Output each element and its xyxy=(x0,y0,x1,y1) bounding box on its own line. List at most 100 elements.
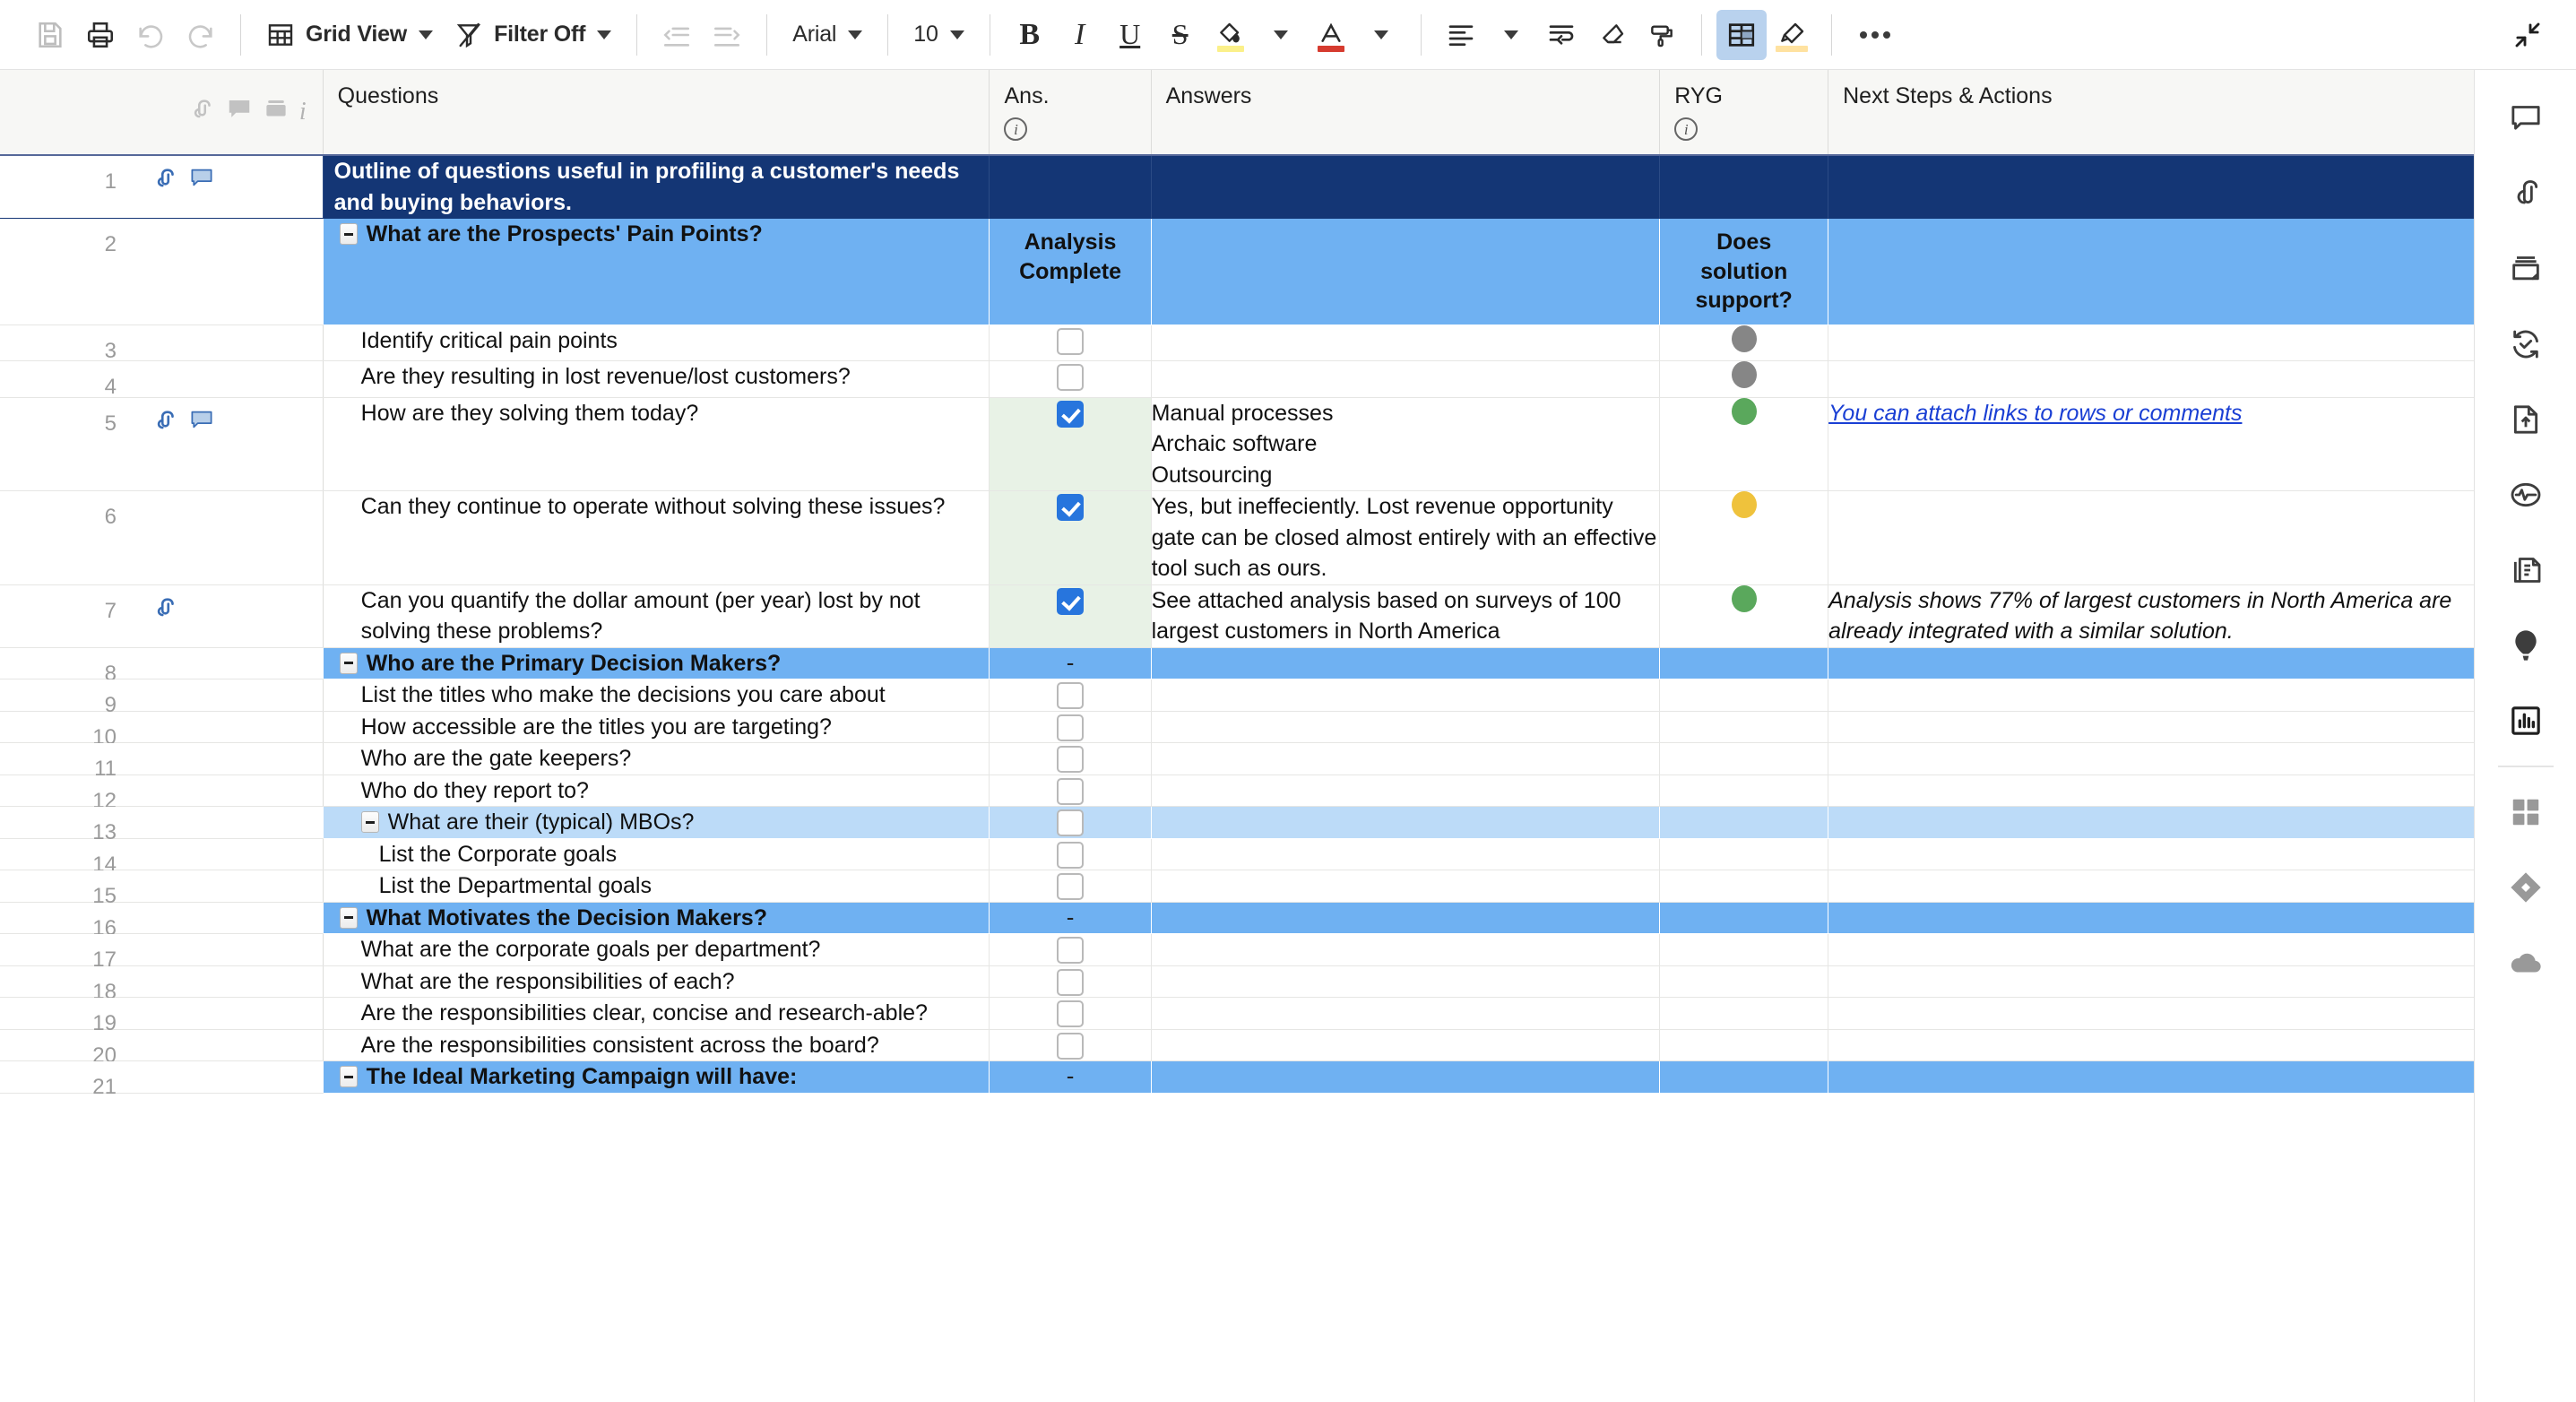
table-row[interactable]: 17 What are the corporate goals per depar… xyxy=(0,933,2474,972)
strikethrough-button[interactable]: S xyxy=(1155,10,1206,60)
table-row[interactable]: 13 What are their (typical) MBOs? xyxy=(0,806,2474,844)
cell-ans[interactable]: - xyxy=(989,1060,1152,1094)
cell-answers[interactable] xyxy=(1151,902,1661,934)
cell-ryg[interactable] xyxy=(1659,870,1829,903)
cell-next-steps[interactable] xyxy=(1828,1029,2474,1061)
table-row[interactable]: 16 What Motivates the Decision Makers? - xyxy=(0,902,2474,940)
chart-icon[interactable] xyxy=(2490,683,2562,758)
table-row[interactable]: 21 The Ideal Marketing Campaign will have… xyxy=(0,1060,2474,1099)
highlight-button[interactable] xyxy=(1767,10,1817,60)
fill-color-dropdown[interactable] xyxy=(1256,10,1306,60)
table-row[interactable]: 15 List the Departmental goals xyxy=(0,870,2474,908)
cell-question[interactable]: What Motivates the Decision Makers? xyxy=(323,902,990,934)
answer-checkbox[interactable] xyxy=(1057,327,1085,355)
summary-icon[interactable] xyxy=(2490,532,2562,608)
cell-ryg[interactable] xyxy=(1659,775,1829,807)
cell-next-steps[interactable] xyxy=(1828,742,2474,775)
cell-answers[interactable] xyxy=(1151,679,1661,712)
print-button[interactable] xyxy=(75,10,125,60)
cell-ryg[interactable] xyxy=(1659,933,1829,966)
attachments-icon[interactable] xyxy=(2490,156,2562,231)
table-row[interactable]: 19 Are the responsibilities clear, concis… xyxy=(0,997,2474,1035)
cell-ryg[interactable] xyxy=(1659,325,1829,361)
collapse-toggle-icon[interactable] xyxy=(339,1066,358,1087)
balloon-icon[interactable] xyxy=(2490,608,2562,683)
cell-next-steps[interactable] xyxy=(1828,360,2474,398)
ryg-status-ball[interactable] xyxy=(1731,325,1757,352)
cell-ans[interactable]: Analysis Complete xyxy=(989,218,1152,325)
table-row[interactable]: 11 Who are the gate keepers? xyxy=(0,742,2474,781)
align-button[interactable] xyxy=(1436,10,1486,60)
cell-ans[interactable] xyxy=(989,775,1152,807)
cell-answers[interactable] xyxy=(1151,965,1661,998)
cell-answers[interactable] xyxy=(1151,325,1661,361)
cell-next-steps[interactable] xyxy=(1828,870,2474,903)
cell-ryg[interactable] xyxy=(1659,155,1829,219)
column-header-ans[interactable]: Ans. i xyxy=(989,70,1152,156)
column-info-icon[interactable]: i xyxy=(990,109,1150,141)
row-gutter[interactable]: 10 xyxy=(0,711,324,749)
table-row[interactable]: 18 What are the responsibilities of each? xyxy=(0,965,2474,1004)
collapse-toggle-icon[interactable] xyxy=(339,223,358,245)
bold-button[interactable]: B xyxy=(1005,10,1055,60)
answer-checkbox[interactable] xyxy=(1057,587,1085,615)
cell-ryg[interactable] xyxy=(1659,397,1829,491)
chevron-down-icon[interactable] xyxy=(1273,30,1288,39)
cell-next-steps[interactable] xyxy=(1828,711,2474,743)
cell-question[interactable]: What are the Prospects' Pain Points? xyxy=(323,218,990,325)
cell-answers[interactable] xyxy=(1151,1060,1661,1094)
cell-ryg[interactable] xyxy=(1659,647,1829,679)
answer-checkbox[interactable] xyxy=(1057,937,1085,965)
cell-question[interactable]: Who are the Primary Decision Makers? xyxy=(323,647,990,679)
cell-ans[interactable] xyxy=(989,965,1152,998)
cell-ryg[interactable]: Does solution support? xyxy=(1659,218,1829,325)
chevron-down-icon[interactable] xyxy=(597,30,612,39)
row-gutter[interactable]: 19 xyxy=(0,997,324,1035)
cell-ans[interactable]: - xyxy=(989,647,1152,679)
cell-ryg[interactable] xyxy=(1659,997,1829,1030)
cell-ans[interactable] xyxy=(989,490,1152,585)
answer-checkbox[interactable] xyxy=(1057,873,1085,901)
cell-answers[interactable] xyxy=(1151,742,1661,775)
fill-color-button[interactable] xyxy=(1206,10,1256,60)
cell-answers[interactable]: Yes, but ineffeciently. Lost revenue opp… xyxy=(1151,490,1661,585)
cell-answers[interactable] xyxy=(1151,218,1661,325)
row-gutter[interactable]: 8 xyxy=(0,647,324,686)
table-row[interactable]: 20 Are the responsibilities consistent ac… xyxy=(0,1029,2474,1068)
grid-view-button[interactable]: Grid View xyxy=(255,10,444,60)
cell-ryg[interactable] xyxy=(1659,679,1829,712)
table-row[interactable]: 5 How are they solving them today? Manual … xyxy=(0,397,2474,491)
row-gutter[interactable]: 6 xyxy=(0,490,324,585)
cell-next-steps[interactable] xyxy=(1828,933,2474,966)
column-header-next[interactable]: Next Steps & Actions xyxy=(1828,70,2474,156)
answer-checkbox[interactable] xyxy=(1057,777,1085,805)
cell-question[interactable]: Who do they report to? xyxy=(323,775,990,807)
cell-question[interactable]: Who are the gate keepers? xyxy=(323,742,990,775)
ryg-status-ball[interactable] xyxy=(1731,584,1757,612)
cell-answers[interactable] xyxy=(1151,870,1661,903)
cell-answers[interactable] xyxy=(1151,1029,1661,1061)
cell-ryg[interactable] xyxy=(1659,711,1829,743)
cell-answers[interactable] xyxy=(1151,155,1661,219)
row-gutter[interactable]: 12 xyxy=(0,775,324,813)
cell-question[interactable]: Outline of questions useful in profiling… xyxy=(323,155,990,219)
cell-question[interactable]: Identify critical pain points xyxy=(323,325,990,361)
cell-question[interactable]: Can you quantify the dollar amount (per … xyxy=(323,584,990,648)
cell-ans[interactable] xyxy=(989,997,1152,1030)
attachment-link[interactable]: You can attach links to rows or comments xyxy=(1828,401,2242,426)
cell-ryg[interactable] xyxy=(1659,838,1829,870)
row-gutter[interactable]: 11 xyxy=(0,742,324,781)
row-gutter[interactable]: 20 xyxy=(0,1029,324,1068)
column-header-answers[interactable]: Answers xyxy=(1151,70,1661,156)
answer-checkbox[interactable] xyxy=(1057,809,1085,837)
cell-answers[interactable] xyxy=(1151,806,1661,839)
cell-answers[interactable] xyxy=(1151,647,1661,679)
row-gutter[interactable]: 1 xyxy=(0,155,324,219)
row-gutter[interactable]: 16 xyxy=(0,902,324,940)
cell-answers[interactable] xyxy=(1151,711,1661,743)
cell-ans[interactable] xyxy=(989,397,1152,491)
chevron-down-icon[interactable] xyxy=(419,30,434,39)
activity-log-icon[interactable] xyxy=(2490,457,2562,532)
row-gutter[interactable]: 15 xyxy=(0,870,324,908)
cell-next-steps[interactable] xyxy=(1828,218,2474,325)
